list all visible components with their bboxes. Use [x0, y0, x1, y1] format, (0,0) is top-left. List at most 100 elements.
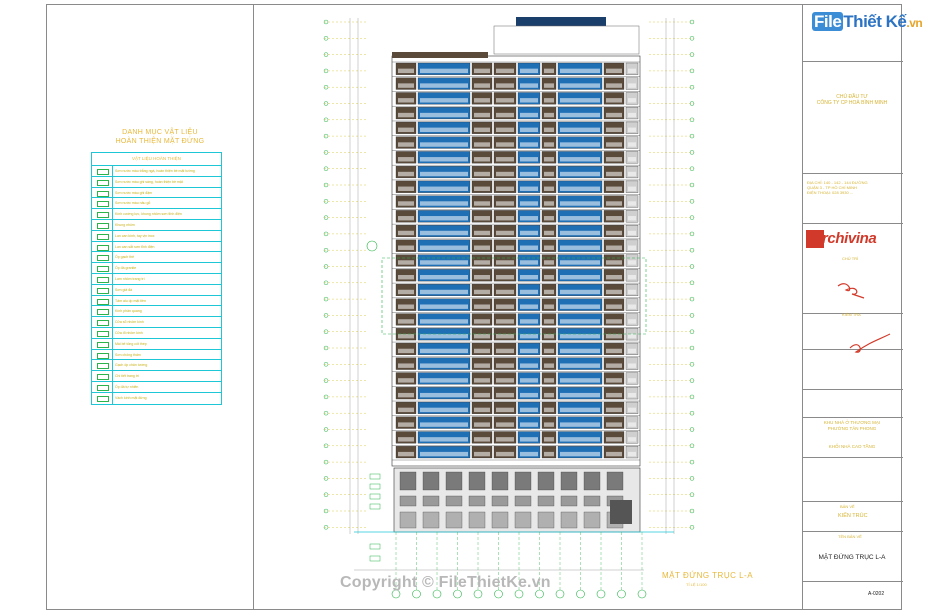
window-glazing [520, 378, 538, 383]
window-glazing [496, 451, 514, 457]
window-glazing [560, 437, 600, 442]
window-glazing [420, 260, 468, 265]
window-glazing [520, 437, 538, 442]
podium-window [537, 471, 555, 491]
window-glazing [606, 275, 622, 280]
window-glazing [544, 201, 554, 206]
window-glazing [496, 304, 514, 309]
window-glazing [628, 348, 636, 354]
window-glazing [398, 304, 414, 309]
podium-window [537, 495, 555, 507]
window-glazing [420, 304, 468, 309]
legend-row: Sơn chống thấm [92, 349, 221, 361]
drawing-sheet: DANH MỤC VẬT LIỆU HOÀN THIỆN MẶT ĐỨNG VẬ… [0, 0, 950, 615]
window-glazing [520, 112, 538, 118]
window-glazing [628, 157, 636, 162]
legend-swatch [92, 209, 113, 219]
window-glazing [474, 378, 490, 383]
level-tag [369, 503, 381, 510]
window-glazing [496, 319, 514, 324]
window-glazing [560, 392, 600, 398]
window-glazing [474, 83, 490, 88]
podium-window [606, 471, 624, 491]
window-glazing [398, 422, 414, 427]
window-glazing [628, 289, 636, 295]
window-glazing [628, 127, 636, 133]
window-glazing [544, 333, 554, 339]
tb-client-name: CÔNG TY CP HOÀ BÌNH MINH [816, 100, 888, 106]
window-glazing [474, 230, 490, 236]
podium-window [399, 511, 417, 529]
legend-row-text: Lam nhôm trang trí [115, 276, 145, 281]
window-glazing [544, 422, 554, 427]
archivina-logo: rchivina [806, 228, 898, 250]
podium-window [491, 495, 509, 507]
window-glazing [520, 422, 538, 427]
window-glazing [398, 407, 414, 413]
legend-row: Kính cường lực, khung nhôm sơn tĩnh điện [92, 209, 221, 220]
window-glazing [544, 112, 554, 118]
window-glazing [544, 98, 554, 103]
legend-row: Lan can sắt sơn tĩnh điện [92, 241, 221, 253]
window-glazing [474, 392, 490, 398]
roof-penthouse [493, 25, 640, 55]
window-glazing [474, 201, 490, 206]
logo-domain: .vn [906, 16, 923, 30]
window-glazing [398, 289, 414, 295]
podium-window [468, 471, 486, 491]
window-glazing [520, 260, 538, 265]
podium-window [514, 511, 532, 529]
legend-row-text: Sơn nước màu ghi đậm [115, 190, 153, 195]
podium-window [399, 495, 417, 507]
window-glazing [496, 289, 514, 295]
level-tag [369, 543, 381, 550]
window-glazing [606, 363, 622, 368]
podium-window [422, 495, 440, 507]
legend-row-text: Cửa sổ nhôm kính [115, 320, 144, 325]
podium-window [445, 495, 463, 507]
window-glazing [398, 378, 414, 383]
window-glazing [398, 142, 414, 147]
legend-row-text: Lan can sắt sơn tĩnh điện [115, 244, 155, 249]
window-glazing [628, 319, 636, 324]
legend-row: Sơn nước màu nâu gỗ [92, 198, 221, 210]
legend-swatch [92, 252, 113, 263]
tb-role-1: CHỦ TRÌ [842, 256, 859, 261]
window-glazing [496, 157, 514, 162]
window-glazing [560, 304, 600, 309]
window-glazing [628, 98, 636, 103]
window-glazing [606, 68, 622, 74]
window-glazing [560, 83, 600, 88]
elevation-scale: TỈ LỆ 1/100 [686, 582, 707, 587]
legend-title-line1: DANH MỤC VẬT LIỆU [122, 129, 198, 136]
window-glazing [560, 230, 600, 236]
legend-row-text: Tấm alu ốp mặt tiền [115, 298, 146, 303]
window-glazing [420, 83, 468, 88]
window-glazing [520, 171, 538, 177]
window-glazing [398, 83, 414, 88]
window-glazing [520, 245, 538, 250]
window-glazing [628, 407, 636, 413]
copyright-watermark: Copyright © FileThietKe.vn [340, 574, 551, 591]
window-glazing [496, 98, 514, 103]
legend-swatch [92, 230, 113, 241]
podium-window [514, 495, 532, 507]
window-glazing [496, 348, 514, 354]
podium-window [468, 511, 486, 529]
window-glazing [398, 348, 414, 354]
legend-row-text: Lan can kính, tay vịn inox [115, 233, 155, 238]
window-glazing [544, 142, 554, 147]
window-glazing [606, 245, 622, 250]
window-glazing [420, 201, 468, 206]
window-glazing [420, 98, 468, 103]
filethietke-logo[interactable]: File Thiết Kế.vn [812, 12, 923, 32]
legend-row: Vách kính mặt đứng [92, 392, 221, 404]
elevation-svg [323, 17, 695, 599]
window-glazing [628, 68, 636, 74]
signature-1 [837, 283, 865, 299]
level-tag [369, 555, 381, 562]
window-glazing [606, 260, 622, 265]
window-glazing [628, 378, 636, 383]
window-glazing [420, 275, 468, 280]
podium-window [445, 511, 463, 529]
